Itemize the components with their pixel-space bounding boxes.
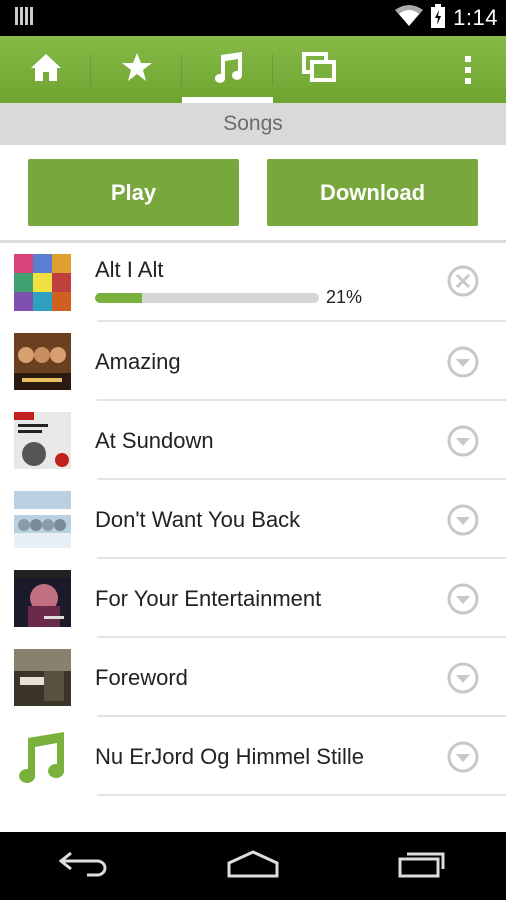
list-item[interactable]: Amazing xyxy=(0,322,506,401)
list-item[interactable]: Nu ErJord Og Himmel Stille xyxy=(0,717,506,796)
star-icon xyxy=(121,52,153,87)
song-title: At Sundown xyxy=(95,428,214,453)
song-title: For Your Entertainment xyxy=(95,586,322,611)
home-nav-icon[interactable] xyxy=(226,849,280,884)
music-note-icon xyxy=(14,728,71,785)
album-art xyxy=(14,412,71,469)
back-icon[interactable] xyxy=(58,849,109,884)
overflow-menu-icon[interactable] xyxy=(458,36,478,103)
expand-icon[interactable] xyxy=(447,741,479,773)
download-button[interactable]: Download xyxy=(267,159,478,226)
song-title: Don't Want You Back xyxy=(95,507,301,532)
action-bar xyxy=(0,36,506,103)
navigation-bar xyxy=(0,832,506,900)
tab-windows[interactable] xyxy=(273,36,364,103)
section-title: Songs xyxy=(223,112,283,135)
progress-percent: 21% xyxy=(326,287,363,307)
song-title: Foreword xyxy=(95,665,188,690)
section-header: Songs xyxy=(0,103,506,145)
download-progress-bar xyxy=(95,293,319,303)
notification-icon xyxy=(14,6,34,31)
tab-home[interactable] xyxy=(0,36,91,103)
album-art xyxy=(14,649,71,706)
list-item[interactable]: Don't Want You Back xyxy=(0,480,506,559)
expand-icon[interactable] xyxy=(447,504,479,536)
tab-songs[interactable] xyxy=(182,36,273,103)
list-item[interactable]: At Sundown xyxy=(0,401,506,480)
progress-fill xyxy=(95,293,143,303)
list-item[interactable]: For Your Entertainment xyxy=(0,559,506,638)
expand-icon[interactable] xyxy=(447,425,479,457)
recent-apps-icon[interactable] xyxy=(397,849,447,884)
battery-icon xyxy=(431,3,446,33)
play-button[interactable]: Play xyxy=(28,159,239,226)
wifi-icon xyxy=(395,4,424,32)
clock: 1:14 xyxy=(453,5,498,30)
expand-icon[interactable] xyxy=(447,583,479,615)
list-item[interactable]: Alt I Alt 21% xyxy=(0,243,506,322)
album-art xyxy=(14,491,71,548)
button-bar: Play Download xyxy=(0,145,506,240)
music-note-icon xyxy=(212,51,244,88)
expand-icon[interactable] xyxy=(447,346,479,378)
windows-icon xyxy=(301,52,336,87)
album-art xyxy=(14,570,71,627)
status-bar: 1:14 xyxy=(0,0,506,36)
album-art xyxy=(14,333,71,390)
list-item[interactable]: Foreword xyxy=(0,638,506,717)
song-title: Amazing xyxy=(95,349,181,374)
album-art xyxy=(14,254,71,311)
song-list: Alt I Alt 21% Amazing At Sundown Don't W… xyxy=(0,243,506,796)
song-title: Nu ErJord Og Himmel Stille xyxy=(95,744,364,769)
home-icon xyxy=(30,52,62,87)
expand-icon[interactable] xyxy=(447,662,479,694)
song-title: Alt I Alt xyxy=(95,257,164,282)
tab-favorites[interactable] xyxy=(91,36,182,103)
cancel-icon[interactable] xyxy=(447,265,479,297)
